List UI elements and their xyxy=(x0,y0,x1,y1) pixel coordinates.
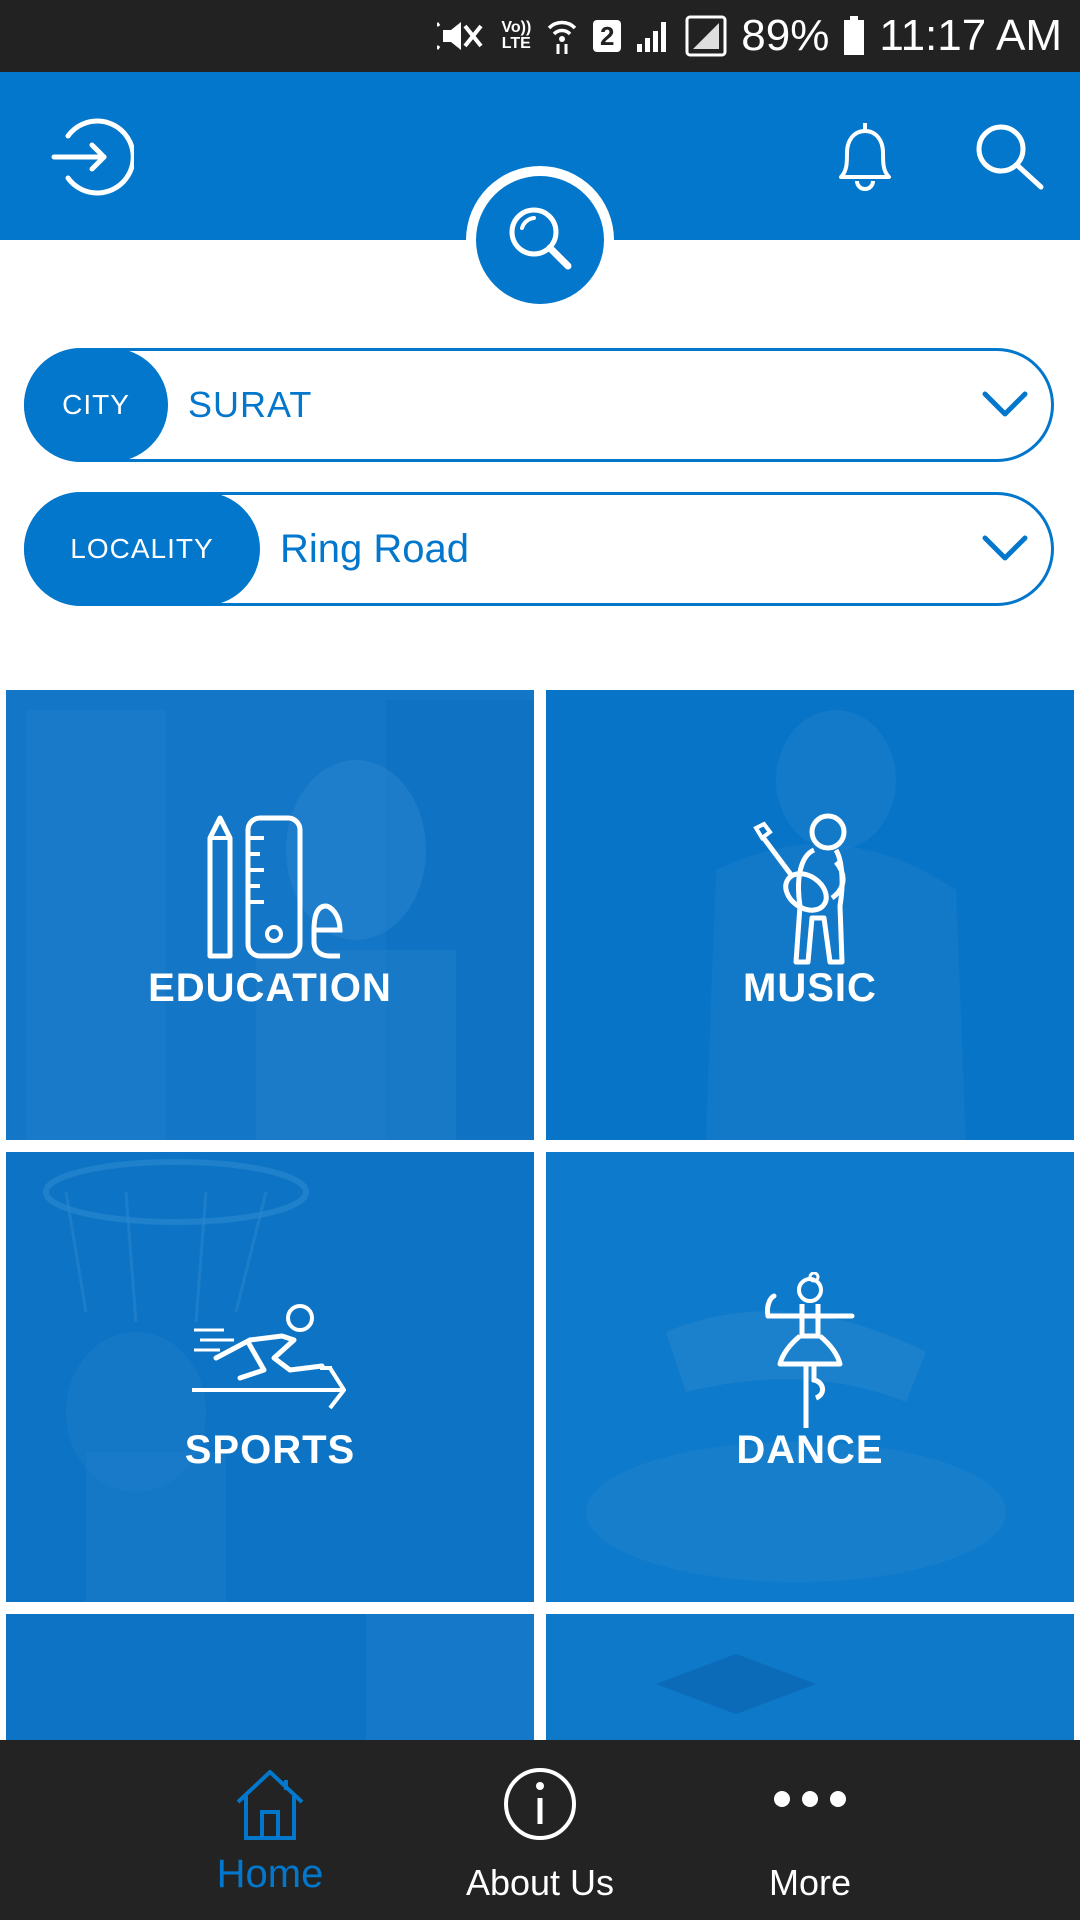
sim-number: 2 xyxy=(593,20,622,52)
nav-about-label: About Us xyxy=(465,1862,615,1903)
nav-more[interactable]: More xyxy=(700,1740,920,1920)
guitarist-icon xyxy=(546,810,1074,970)
signal-box-icon xyxy=(685,15,727,57)
battery-icon xyxy=(843,16,865,56)
battery-percent: 89% xyxy=(741,11,830,60)
search-icon xyxy=(976,124,1044,190)
logo-inner xyxy=(476,176,604,304)
sprinter-icon xyxy=(6,1300,534,1410)
category-tile-partial-left[interactable] xyxy=(6,1614,534,1740)
info-icon xyxy=(430,1766,650,1842)
pencil-ruler-eraser-icon xyxy=(6,810,534,960)
sim-icon: 2 xyxy=(593,20,622,52)
category-tile-sports[interactable]: SPORTS xyxy=(6,1152,534,1602)
locality-chevron-down-icon xyxy=(981,534,1029,564)
search-logo-icon xyxy=(509,207,572,270)
partial-right-background xyxy=(546,1614,1074,1740)
mute-icon xyxy=(437,16,487,56)
city-label: CITY xyxy=(24,348,168,462)
locality-label: LOCALITY xyxy=(24,492,260,606)
nav-home[interactable]: Home xyxy=(160,1740,380,1920)
city-selector[interactable]: CITY SURAT xyxy=(24,348,1054,462)
locality-selector[interactable]: LOCALITY Ring Road xyxy=(24,492,1054,606)
category-label-music: MUSIC xyxy=(743,966,877,1010)
category-tile-music[interactable]: MUSIC xyxy=(546,690,1074,1140)
category-label-sports: SPORTS xyxy=(184,1428,356,1472)
category-label-dance: DANCE xyxy=(736,1428,884,1472)
locality-value: Ring Road xyxy=(280,526,470,571)
partial-left-background xyxy=(6,1614,534,1740)
city-chevron-down-icon xyxy=(981,390,1029,420)
home-icon xyxy=(160,1766,380,1842)
nav-about-us[interactable]: About Us xyxy=(430,1740,650,1920)
status-bar: Vo)) LTE 2 89% 11:17 AM xyxy=(0,0,1080,72)
search-button[interactable] xyxy=(964,112,1054,202)
bell-icon xyxy=(839,123,891,191)
volte-label: Vo)) xyxy=(501,19,532,36)
more-dots-icon xyxy=(700,1784,920,1814)
nav-home-label: Home xyxy=(216,1852,324,1896)
notifications-button[interactable] xyxy=(820,112,910,202)
nav-more-label: More xyxy=(768,1862,852,1903)
ballerina-icon xyxy=(546,1272,1074,1432)
lte-label: LTE xyxy=(501,35,531,52)
city-value: SURAT xyxy=(188,384,313,425)
bottom-navigation: Home About Us More xyxy=(0,1740,1080,1920)
signal-icon xyxy=(635,18,671,54)
wifi-data-icon xyxy=(545,16,579,56)
category-tile-dance[interactable]: DANCE xyxy=(546,1152,1074,1602)
clock: 11:17 AM xyxy=(879,11,1062,60)
app-logo xyxy=(466,166,614,314)
category-tile-education[interactable]: EDUCATION xyxy=(6,690,534,1140)
category-tile-partial-right[interactable] xyxy=(546,1614,1074,1740)
volte-icon: Vo)) LTE xyxy=(501,20,531,52)
login-icon xyxy=(51,118,134,196)
login-button[interactable] xyxy=(46,112,136,202)
category-label-education: EDUCATION xyxy=(148,966,392,1010)
